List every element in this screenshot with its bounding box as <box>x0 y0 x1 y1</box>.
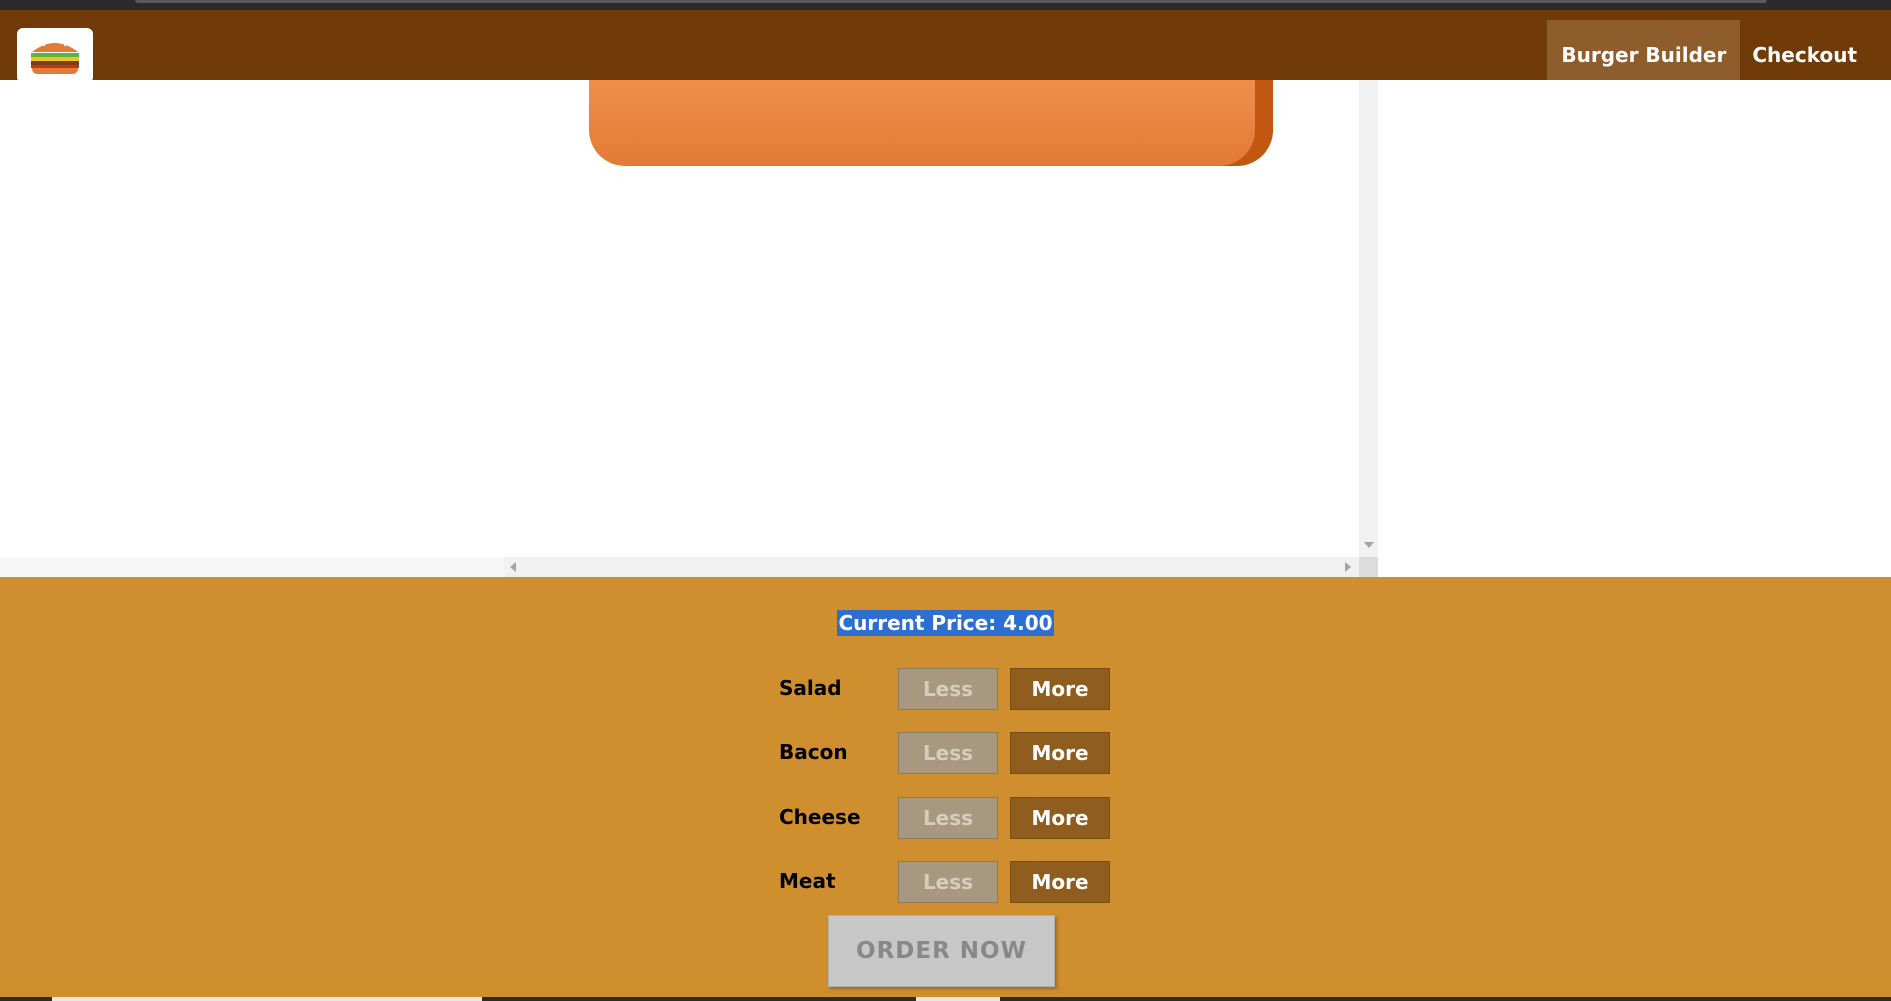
burger-viewport[interactable] <box>504 80 1378 577</box>
ingredient-label-meat: Meat <box>779 869 836 893</box>
less-cheese-button[interactable]: Less <box>898 797 998 839</box>
horizontal-scrollbar[interactable] <box>504 557 1359 577</box>
vertical-scrollbar[interactable] <box>1359 80 1378 557</box>
ingredient-label-bacon: Bacon <box>779 740 848 764</box>
build-controls: Current Price: 4.00 Salad Less More Baco… <box>0 577 1891 1001</box>
less-salad-button[interactable]: Less <box>898 668 998 710</box>
less-meat-button[interactable]: Less <box>898 861 998 903</box>
scroll-left-arrow-icon[interactable] <box>510 562 516 572</box>
scroll-down-arrow-icon[interactable] <box>1364 542 1374 548</box>
more-meat-button[interactable]: More <box>1010 861 1110 903</box>
build-control-salad: Salad Less More <box>779 668 1110 710</box>
build-control-cheese: Cheese Less More <box>779 797 1110 839</box>
burger-logo-icon <box>31 40 79 74</box>
more-cheese-button[interactable]: More <box>1010 797 1110 839</box>
more-bacon-button[interactable]: More <box>1010 732 1110 774</box>
bottom-strip-segment <box>1000 997 1891 1001</box>
build-control-bacon: Bacon Less More <box>779 732 1110 774</box>
ingredient-label-cheese: Cheese <box>779 805 861 829</box>
order-now-button[interactable]: ORDER NOW <box>828 915 1055 987</box>
ingredient-label-salad: Salad <box>779 676 842 700</box>
current-price: Current Price: 4.00 <box>0 610 1891 636</box>
burger-logo[interactable] <box>17 28 93 83</box>
browser-top-strip <box>0 0 1891 10</box>
bottom-strip-segment <box>482 997 916 1001</box>
current-price-text: Current Price: 4.00 <box>837 610 1054 636</box>
scroll-gutter <box>0 557 504 577</box>
browser-top-strip-inner <box>135 0 1767 3</box>
scroll-right-arrow-icon[interactable] <box>1345 562 1351 572</box>
less-bacon-button[interactable]: Less <box>898 732 998 774</box>
scrollbar-corner <box>1359 557 1378 577</box>
toolbar: Burger Builder Checkout <box>0 10 1891 90</box>
bottom-strip <box>0 997 1891 1001</box>
bread-bottom <box>589 80 1273 166</box>
more-salad-button[interactable]: More <box>1010 668 1110 710</box>
bottom-strip-segment <box>0 997 52 1001</box>
build-control-meat: Meat Less More <box>779 861 1110 903</box>
burger-preview-area <box>0 80 1891 577</box>
